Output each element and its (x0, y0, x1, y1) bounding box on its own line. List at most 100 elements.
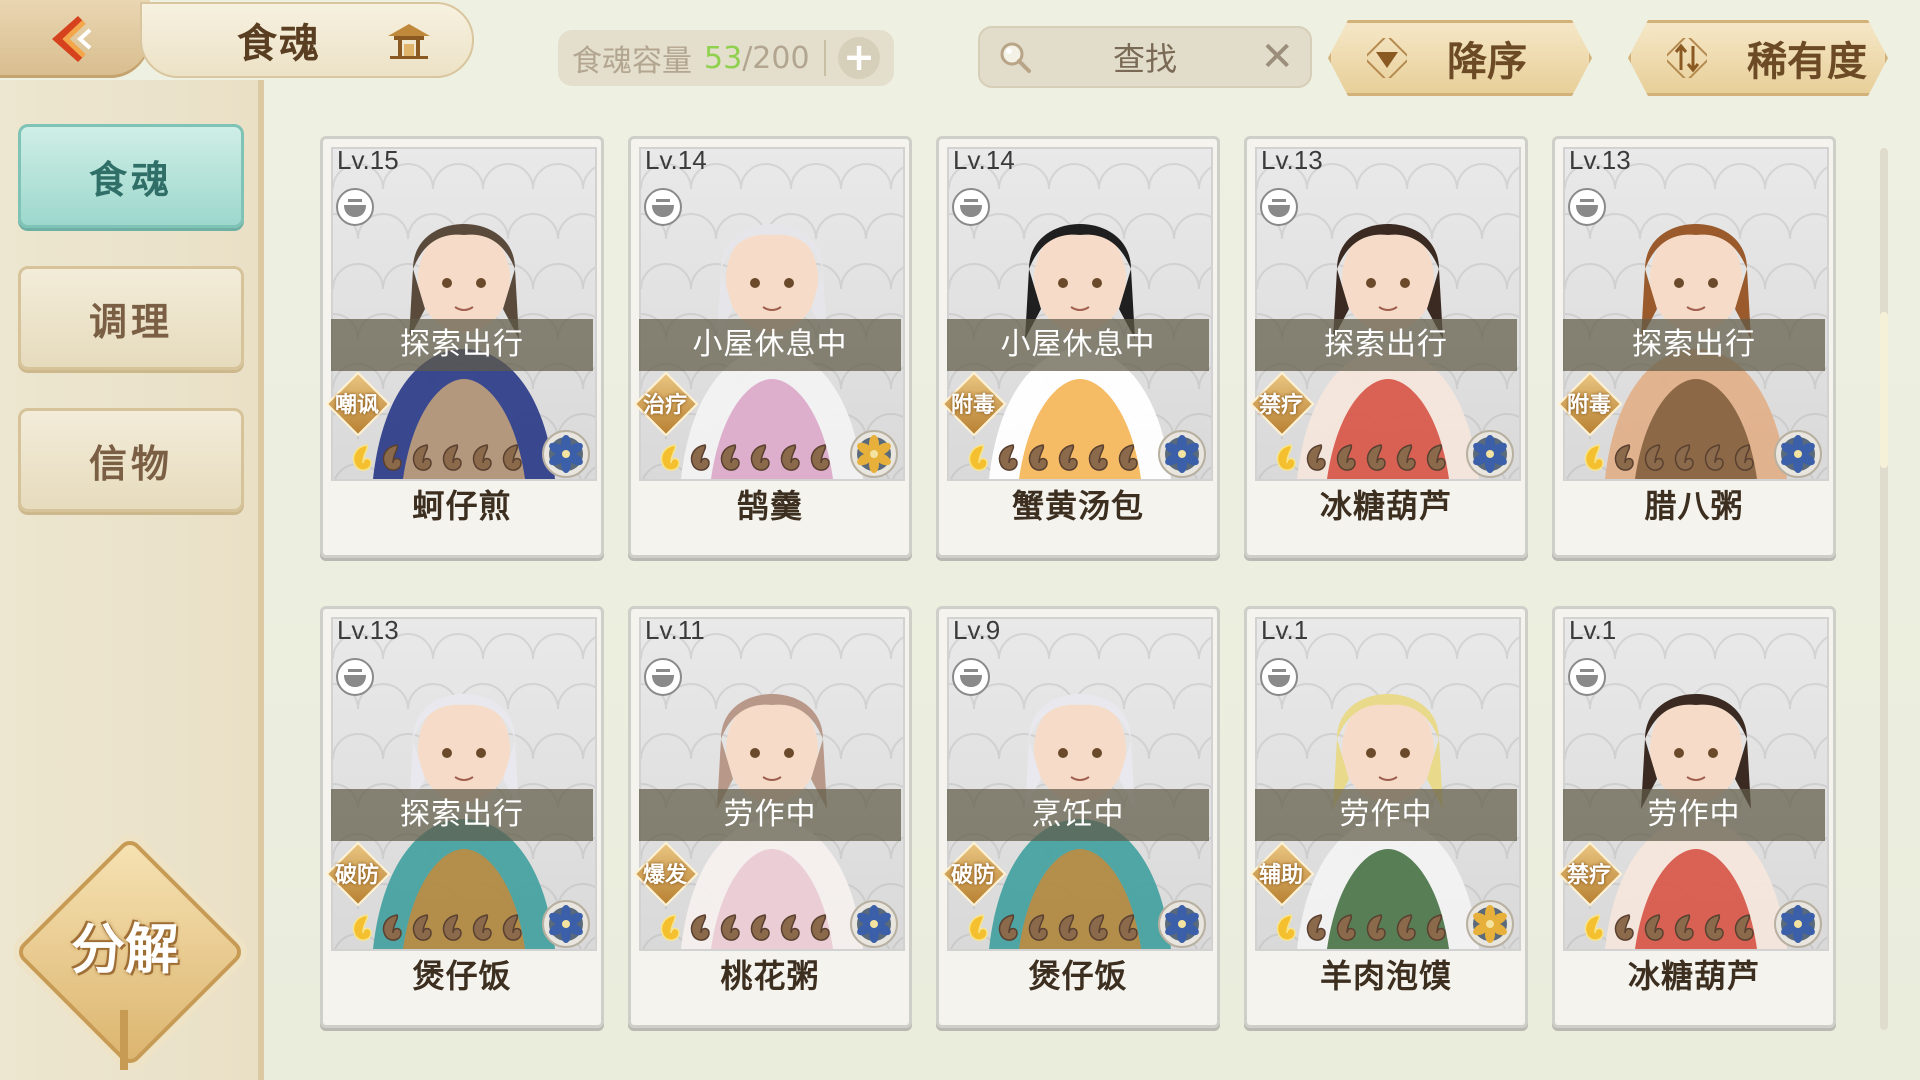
rarity-stars (1579, 911, 1757, 945)
food-soul-card[interactable]: Lv.13 探索出行 禁疗 冰糖葫芦 (1244, 136, 1528, 558)
sidebar-item-food-souls[interactable]: 食魂 (18, 124, 244, 228)
food-soul-name: 冰糖葫芦 (1319, 487, 1452, 525)
back-arrow-icon (52, 16, 92, 62)
bowl-icon (1568, 188, 1606, 226)
role-label: 附毒 (1566, 393, 1611, 418)
food-soul-card[interactable]: Lv.1 劳作中 辅助 羊肉泡馍 (1244, 606, 1528, 1028)
rarity-star-empty-icon (377, 441, 405, 473)
food-soul-card[interactable]: Lv.15 探索出行 嘲讽 蚵仔煎 (320, 136, 604, 558)
rarity-star-filled-icon (963, 441, 991, 473)
food-soul-card[interactable]: Lv.14 小屋休息中 治疗 鹄羹 (628, 136, 912, 558)
back-button[interactable] (0, 0, 150, 78)
role-badge: 破防 (941, 841, 1007, 907)
status-banner: 探索出行 (331, 319, 593, 371)
blue-flower-icon (1774, 430, 1822, 478)
gold-flower-icon (850, 430, 898, 478)
tassel-decoration (120, 1010, 128, 1070)
food-soul-name: 蚵仔煎 (412, 487, 512, 525)
add-capacity-button[interactable]: + (838, 37, 880, 79)
rarity-stars (1271, 911, 1449, 945)
rarity-star-empty-icon (407, 441, 435, 473)
role-badge: 嘲讽 (325, 371, 391, 437)
scrollbar-track[interactable] (1880, 148, 1888, 1030)
food-soul-name: 鹄羹 (736, 487, 803, 525)
role-badge: 辅助 (1249, 841, 1315, 907)
rarity-star-empty-icon (1023, 911, 1051, 943)
rarity-star-empty-icon (1391, 441, 1419, 473)
rarity-star-empty-icon (993, 441, 1021, 473)
food-soul-card[interactable]: Lv.9 烹饪中 破防 煲仔饭 (936, 606, 1220, 1028)
status-banner: 小屋休息中 (639, 319, 901, 371)
rarity-stars (1271, 441, 1449, 475)
rarity-star-filled-icon (1271, 441, 1299, 473)
rarity-star-empty-icon (467, 911, 495, 943)
food-soul-card[interactable]: Lv.11 劳作中 爆发 桃花粥 (628, 606, 912, 1028)
sort-order-button[interactable]: 降序 (1328, 20, 1592, 96)
descending-triangle-icon (1367, 38, 1407, 78)
level-label: Lv.1 (1261, 615, 1309, 645)
level-label: Lv.14 (953, 145, 1015, 175)
rarity-star-empty-icon (1609, 911, 1637, 943)
rarity-star-empty-icon (715, 441, 743, 473)
sidebar-item-label: 调理 (88, 299, 173, 344)
rarity-star-empty-icon (1729, 441, 1757, 473)
rarity-star-empty-icon (1609, 441, 1637, 473)
rarity-star-filled-icon (655, 911, 683, 943)
home-pavilion-icon[interactable] (386, 20, 432, 60)
scrollbar-thumb[interactable] (1880, 312, 1888, 468)
role-badge: 破防 (325, 841, 391, 907)
food-soul-name: 羊肉泡馍 (1319, 957, 1452, 995)
status-banner: 劳作中 (639, 789, 901, 841)
sidebar-item-tokens[interactable]: 信物 (18, 408, 244, 512)
rarity-stars (655, 911, 833, 945)
rarity-star-empty-icon (1421, 441, 1449, 473)
level-label: Lv.13 (1261, 145, 1323, 175)
capacity-divider (824, 40, 826, 76)
rarity-star-empty-icon (685, 911, 713, 943)
rarity-star-filled-icon (1579, 911, 1607, 943)
rarity-star-empty-icon (1421, 911, 1449, 943)
status-banner: 探索出行 (1255, 319, 1517, 371)
food-soul-card[interactable]: Lv.13 探索出行 破防 煲仔饭 (320, 606, 604, 1028)
rarity-star-empty-icon (745, 911, 773, 943)
rarity-star-empty-icon (775, 441, 803, 473)
rarity-stars (963, 911, 1141, 945)
page-title: 食魂 (237, 21, 321, 67)
role-label: 爆发 (642, 863, 687, 888)
level-label: Lv.13 (337, 615, 399, 645)
sidebar-item-label: 食魂 (88, 157, 173, 202)
decompose-button[interactable]: 分解 (30, 905, 220, 984)
role-badge: 附毒 (941, 371, 1007, 437)
rarity-star-empty-icon (1113, 911, 1141, 943)
bowl-icon (1260, 658, 1298, 696)
food-soul-name: 桃花粥 (720, 957, 820, 995)
status-banner: 探索出行 (1563, 319, 1825, 371)
role-label: 禁疗 (1566, 863, 1611, 888)
rarity-star-empty-icon (715, 911, 743, 943)
sort-key-button[interactable]: 稀有度 (1628, 20, 1888, 96)
rarity-star-empty-icon (1301, 441, 1329, 473)
role-label: 禁疗 (1258, 393, 1303, 418)
role-badge: 禁疗 (1249, 371, 1315, 437)
capacity-display: 食魂容量 53 /200 + (558, 30, 894, 86)
rarity-star-empty-icon (1391, 911, 1419, 943)
blue-flower-icon (1158, 900, 1206, 948)
food-soul-card[interactable]: Lv.13 探索出行 附毒 腊八粥 (1552, 136, 1836, 558)
rarity-star-empty-icon (685, 441, 713, 473)
rarity-star-empty-icon (1699, 911, 1727, 943)
rarity-star-filled-icon (1271, 911, 1299, 943)
rarity-star-empty-icon (437, 441, 465, 473)
role-label: 治疗 (642, 393, 687, 418)
sidebar-item-conditioning[interactable]: 调理 (18, 266, 244, 370)
food-soul-card[interactable]: Lv.1 劳作中 禁疗 冰糖葫芦 (1552, 606, 1836, 1028)
blue-flower-icon (1774, 900, 1822, 948)
clear-search-button[interactable]: ✕ (1260, 34, 1294, 80)
rarity-star-empty-icon (1361, 911, 1389, 943)
status-banner: 劳作中 (1563, 789, 1825, 841)
food-soul-card[interactable]: Lv.14 小屋休息中 附毒 蟹黄汤包 (936, 136, 1220, 558)
search-field[interactable]: 查找 ✕ (978, 26, 1312, 88)
rarity-stars (655, 441, 833, 475)
rarity-star-filled-icon (347, 911, 375, 943)
title-tab: 食魂 (140, 2, 474, 78)
rarity-stars (963, 441, 1141, 475)
